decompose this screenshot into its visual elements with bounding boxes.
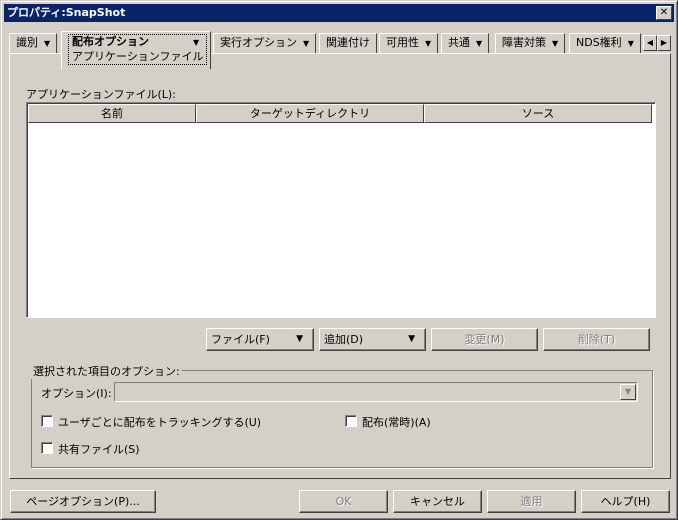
option-combobox[interactable]: ▼ <box>114 382 638 402</box>
tab-strip: 識別 ▼ 配布オプション ▼ アプリケーションファイル 実行オプション ▼ 関連付け … <box>9 31 671 69</box>
window-title: プロパティ:SnapShot <box>7 6 126 19</box>
button-label: 追加(D) <box>324 333 364 346</box>
chevron-down-icon: ▼ <box>425 39 432 48</box>
ok-button[interactable]: OK <box>299 490 388 513</box>
tab-nds-rights[interactable]: NDS権利 ▼ <box>569 33 641 53</box>
tab-label: 実行オプション <box>220 36 297 49</box>
distribute-always-checkbox[interactable] <box>345 415 357 427</box>
column-header-target-directory[interactable]: ターゲットディレクトリ <box>196 104 424 123</box>
tab-fault-tolerance[interactable]: 障害対策 ▼ <box>495 33 566 53</box>
change-button[interactable]: 変更(M) <box>431 328 538 351</box>
distribute-always-label: 配布(常時)(A) <box>362 416 431 429</box>
chevron-down-icon: ▼ <box>476 39 483 48</box>
track-per-user-label: ユーザごとに配布をトラッキングする(U) <box>58 416 262 429</box>
tab-focus: 配布オプション ▼ アプリケーションファイル <box>68 34 208 65</box>
tab-run-options[interactable]: 実行オプション ▼ <box>213 33 317 53</box>
chevron-down-icon: ▼ <box>552 39 559 48</box>
help-button[interactable]: ヘルプ(H) <box>581 490 670 513</box>
chevron-down-icon: ▼ <box>303 39 310 48</box>
tab-sublabel: アプリケーションファイル <box>72 50 204 63</box>
chevron-right-icon: ▶ <box>660 38 668 47</box>
button-label: ファイル(F) <box>211 333 270 346</box>
chevron-down-icon: ▼ <box>627 39 634 48</box>
chevron-down-icon: ▼ <box>408 334 415 344</box>
tab-scroll-right-button[interactable]: ▶ <box>657 35 671 51</box>
add-menu-button[interactable]: 追加(D) ▼ <box>319 328 426 351</box>
cancel-button[interactable]: キャンセル <box>393 490 482 513</box>
chevron-down-icon: ▼ <box>296 334 303 344</box>
app-files-list[interactable]: 名前 ターゲットディレクトリ ソース <box>26 102 656 318</box>
chevron-down-icon: ▼ <box>624 387 632 396</box>
shared-file-label: 共有ファイル(S) <box>58 443 140 456</box>
tab-label: 可用性 <box>386 36 419 49</box>
title-bar[interactable]: プロパティ:SnapShot ✕ <box>4 4 674 22</box>
tab-label: 関連付け <box>326 36 370 49</box>
tab-common[interactable]: 共通 ▼ <box>441 33 490 53</box>
track-per-user-checkbox[interactable] <box>41 415 53 427</box>
tab-label: 識別 <box>16 36 38 49</box>
option-dropdown-button[interactable]: ▼ <box>620 384 636 400</box>
close-icon: ✕ <box>659 7 669 18</box>
tab-scroll: ◀ ▶ <box>643 35 671 51</box>
tab-label: 障害対策 <box>502 36 546 49</box>
tab-label: 共通 <box>448 36 470 49</box>
delete-button[interactable]: 削除(T) <box>543 328 650 351</box>
option-label: オプション(I): <box>41 387 112 400</box>
close-button[interactable]: ✕ <box>656 6 672 20</box>
tab-label: 配布オプション <box>72 35 149 48</box>
chevron-down-icon: ▼ <box>193 38 200 47</box>
app-files-label: アプリケーションファイル(L): <box>26 88 176 101</box>
tab-label: NDS権利 <box>576 36 622 49</box>
tab-distribution-options[interactable]: 配布オプション ▼ アプリケーションファイル <box>61 31 211 69</box>
tab-associations[interactable]: 関連付け <box>319 33 377 53</box>
tab-scroll-left-button[interactable]: ◀ <box>643 35 657 51</box>
column-header-name[interactable]: 名前 <box>28 104 196 123</box>
chevron-left-icon: ◀ <box>646 38 654 47</box>
column-header-source[interactable]: ソース <box>424 104 652 123</box>
shared-file-checkbox[interactable] <box>41 442 53 454</box>
apply-button[interactable]: 適用 <box>487 490 576 513</box>
chevron-down-icon: ▼ <box>44 39 51 48</box>
page-options-button[interactable]: ページオプション(P)... <box>10 490 156 513</box>
tab-availability[interactable]: 可用性 ▼ <box>379 33 439 53</box>
tab-identification[interactable]: 識別 ▼ <box>9 33 58 53</box>
options-group-title: 選択された項目のオプション: <box>31 363 182 379</box>
properties-dialog: プロパティ:SnapShot ✕ 識別 ▼ 配布オプション ▼ アプリケーションファ… <box>0 0 678 520</box>
file-menu-button[interactable]: ファイル(F) ▼ <box>206 328 314 351</box>
